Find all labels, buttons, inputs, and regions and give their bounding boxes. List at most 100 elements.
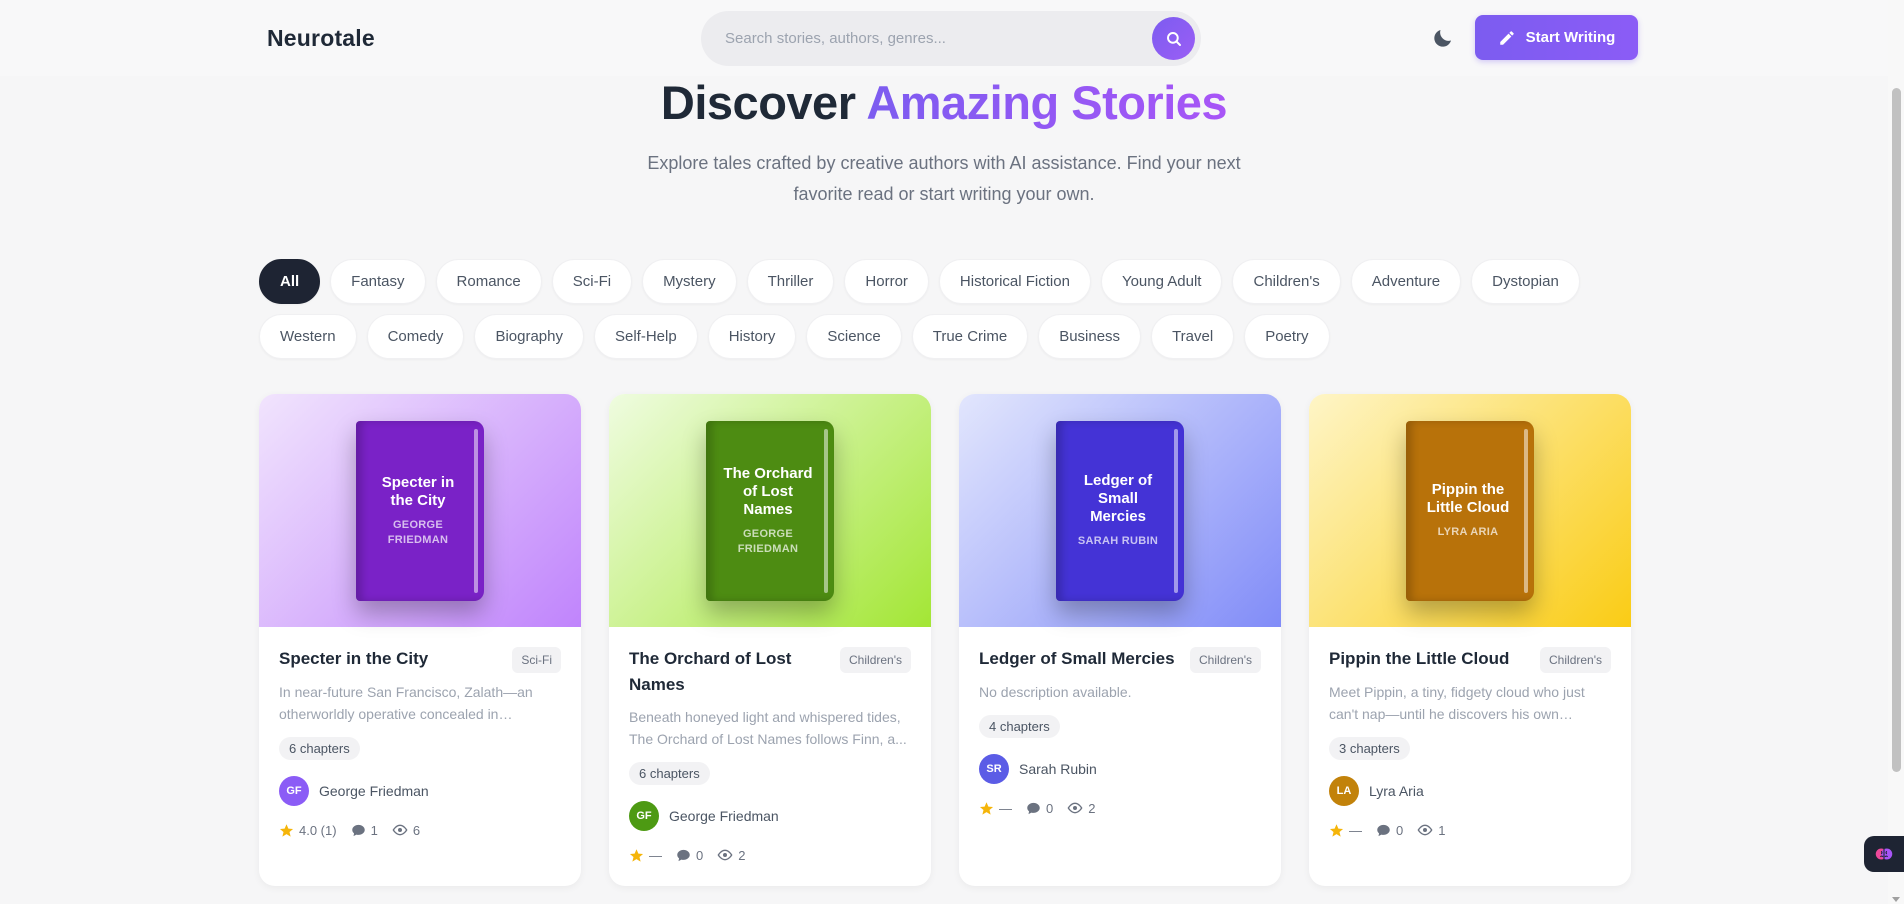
story-card[interactable]: Specter in the City GEORGE FRIEDMAN Spec…: [259, 394, 581, 886]
author-name[interactable]: George Friedman: [669, 808, 779, 824]
genre-pill[interactable]: Biography: [474, 314, 584, 359]
genre-pill[interactable]: Young Adult: [1100, 259, 1223, 304]
genre-pill[interactable]: Western: [259, 314, 357, 359]
hero-title: Discover Amazing Stories: [0, 75, 1888, 130]
avatar: LA: [1329, 776, 1359, 806]
book-cover-title: The Orchard of Lost Names: [723, 464, 813, 518]
genre-pill[interactable]: Sci-Fi: [551, 259, 633, 304]
scrollbar-thumb[interactable]: [1892, 88, 1901, 772]
genre-pill[interactable]: Business: [1038, 314, 1142, 359]
story-card[interactable]: The Orchard of Lost Names GEORGE FRIEDMA…: [609, 394, 931, 886]
ai-assistant-button[interactable]: [1864, 836, 1904, 872]
story-title[interactable]: Pippin the Little Cloud: [1329, 646, 1509, 672]
genre-pill[interactable]: Thriller: [746, 259, 835, 304]
eye-icon: [392, 824, 408, 836]
top-header: Neurotale Start Writing: [0, 0, 1904, 76]
scrollbar[interactable]: [1888, 0, 1904, 904]
app-logo[interactable]: Neurotale: [267, 25, 375, 52]
genre-pill[interactable]: All: [259, 259, 321, 304]
story-title[interactable]: The Orchard of Lost Names: [629, 646, 829, 698]
story-title[interactable]: Specter in the City: [279, 646, 428, 672]
genre-pill[interactable]: Fantasy: [330, 259, 426, 304]
search-input[interactable]: [725, 11, 1125, 66]
views-stat: 2: [1067, 800, 1095, 816]
pencil-icon: [1499, 30, 1514, 45]
author-name[interactable]: Lyra Aria: [1369, 783, 1424, 799]
views-stat: 2: [717, 847, 745, 863]
book-cover-author: GEORGE FRIEDMAN: [387, 518, 449, 546]
story-card-body: Specter in the City Sci-Fi In near-futur…: [279, 646, 561, 838]
eye-icon: [1067, 802, 1083, 814]
start-writing-button[interactable]: Start Writing: [1475, 15, 1638, 60]
story-cover[interactable]: Ledger of Small Mercies SARAH RUBIN: [959, 394, 1281, 627]
scroll-down-arrow[interactable]: [1892, 897, 1900, 902]
author-row[interactable]: LA Lyra Aria: [1329, 776, 1611, 806]
search-button[interactable]: [1152, 17, 1195, 60]
genre-pill[interactable]: Adventure: [1350, 259, 1462, 304]
comments-stat: 0: [1026, 801, 1053, 816]
view-count: 2: [1088, 800, 1096, 816]
eye-icon: [1417, 824, 1433, 836]
genre-pill[interactable]: History: [707, 314, 797, 359]
author-name[interactable]: Sarah Rubin: [1019, 761, 1097, 777]
story-card-body: Pippin the Little Cloud Children's Meet …: [1329, 646, 1611, 838]
book-cover-title: Ledger of Small Mercies: [1083, 472, 1153, 525]
book-cover: Pippin the Little Cloud LYRA ARIA: [1406, 420, 1534, 601]
story-cover[interactable]: Specter in the City GEORGE FRIEDMAN: [259, 394, 581, 627]
story-cover[interactable]: Pippin the Little Cloud LYRA ARIA: [1309, 394, 1631, 627]
genre-badge: Children's: [840, 647, 911, 673]
genre-pill[interactable]: Dystopian: [1471, 259, 1580, 304]
story-card-body: Ledger of Small Mercies Children's No de…: [979, 646, 1261, 816]
rating-value: —: [649, 847, 662, 863]
book-cover: Ledger of Small Mercies SARAH RUBIN: [1056, 420, 1184, 601]
story-description: Meet Pippin, a tiny, fidgety cloud who j…: [1329, 684, 1585, 722]
star-icon: [279, 823, 294, 837]
avatar: GF: [629, 801, 659, 831]
story-description: No description available.: [979, 684, 1132, 700]
comment-count: 1: [370, 822, 378, 838]
star-icon: [1329, 823, 1344, 837]
star-icon: [979, 801, 994, 815]
genre-pill[interactable]: Children's: [1232, 259, 1341, 304]
book-cover-author: SARAH RUBIN: [1077, 535, 1159, 547]
avatar: GF: [279, 776, 309, 806]
book-cover: Specter in the City GEORGE FRIEDMAN: [356, 420, 484, 601]
rating-value: 4.0 (1): [299, 822, 337, 838]
star-icon: [629, 848, 644, 862]
comment-icon: [1377, 824, 1390, 836]
story-title[interactable]: Ledger of Small Mercies: [979, 646, 1175, 672]
genre-pill[interactable]: True Crime: [911, 314, 1029, 359]
author-row[interactable]: GF George Friedman: [629, 801, 911, 831]
story-card[interactable]: Ledger of Small Mercies SARAH RUBIN Ledg…: [959, 394, 1281, 886]
story-stats: — 0 2: [979, 800, 1261, 816]
search-bar: [701, 11, 1201, 66]
rating-stat: —: [1329, 823, 1362, 838]
views-stat: 1: [1417, 822, 1445, 838]
avatar: SR: [979, 754, 1009, 784]
genre-pill[interactable]: Horror: [844, 259, 929, 304]
genre-pill[interactable]: Poetry: [1244, 314, 1330, 359]
comment-icon: [1027, 802, 1040, 814]
genre-pill[interactable]: Science: [806, 314, 902, 359]
comment-count: 0: [1396, 822, 1404, 838]
book-cover-title: Specter in the City: [381, 473, 455, 509]
genre-pill[interactable]: Travel: [1151, 314, 1235, 359]
story-card[interactable]: Pippin the Little Cloud LYRA ARIA Pippin…: [1309, 394, 1631, 886]
book-cover: The Orchard of Lost Names GEORGE FRIEDMA…: [706, 420, 834, 601]
comment-icon: [677, 849, 690, 861]
author-row[interactable]: SR Sarah Rubin: [979, 754, 1261, 784]
genre-badge: Children's: [1540, 647, 1611, 673]
moon-icon[interactable]: [1431, 26, 1455, 50]
book-cover-title: Pippin the Little Cloud: [1426, 481, 1510, 516]
author-name[interactable]: George Friedman: [319, 783, 429, 799]
view-count: 1: [1438, 822, 1446, 838]
story-cover[interactable]: The Orchard of Lost Names GEORGE FRIEDMA…: [609, 394, 931, 627]
genre-pill[interactable]: Comedy: [366, 314, 465, 359]
views-stat: 6: [392, 822, 420, 838]
genre-pill[interactable]: Romance: [435, 259, 542, 304]
search-icon: [1166, 31, 1181, 46]
author-row[interactable]: GF George Friedman: [279, 776, 561, 806]
genre-pill[interactable]: Self-Help: [593, 314, 698, 359]
genre-pill[interactable]: Historical Fiction: [938, 259, 1091, 304]
genre-pill[interactable]: Mystery: [642, 259, 737, 304]
